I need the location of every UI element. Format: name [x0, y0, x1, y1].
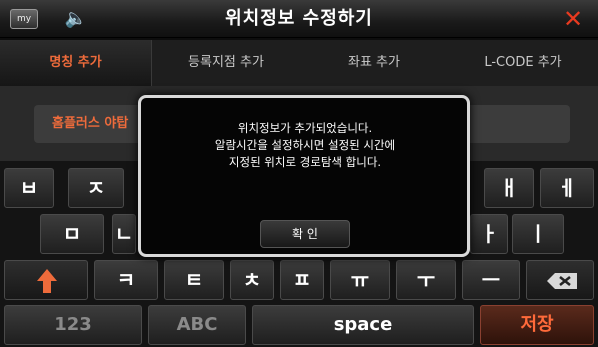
key-p[interactable]: ㅍ — [280, 260, 324, 300]
tab-saved-point-add[interactable]: 등록지점 추가 — [152, 40, 300, 86]
abc-key[interactable]: ABC — [148, 305, 246, 345]
dialog-line-1: 위치정보가 추가되었습니다. — [237, 121, 373, 135]
key-i[interactable]: ㅣ — [512, 214, 564, 254]
key-eu[interactable]: ㅡ — [462, 260, 520, 300]
tab-bar: 명칭 추가 등록지점 추가 좌표 추가 L-CODE 추가 — [0, 40, 598, 86]
shift-key[interactable] — [4, 260, 88, 300]
key-yu[interactable]: ㅠ — [330, 260, 390, 300]
key-k[interactable]: ㅋ — [94, 260, 158, 300]
key-n[interactable]: ㄴ — [112, 214, 136, 254]
dialog-message: 위치정보가 추가되었습니다. 알람시간을 설정하시면 설정된 시간에 지정된 위… — [150, 120, 460, 171]
key-u[interactable]: ㅜ — [396, 260, 456, 300]
dialog-line-2: 알람시간을 설정하시면 설정된 시간에 — [214, 138, 396, 152]
dialog-line-3: 지정된 위치로 경로탐색 합니다. — [228, 155, 382, 169]
tab-name-add[interactable]: 명칭 추가 — [0, 40, 152, 86]
key-ch[interactable]: ㅊ — [230, 260, 274, 300]
tab-coordinate-add[interactable]: 좌표 추가 — [300, 40, 448, 86]
space-key[interactable]: space — [252, 305, 474, 345]
close-icon[interactable]: ✕ — [556, 4, 590, 34]
numbers-key[interactable]: 123 — [4, 305, 142, 345]
page-title: 위치정보 수정하기 — [225, 8, 373, 29]
key-ae[interactable]: ㅐ — [484, 168, 534, 208]
save-button[interactable]: 저장 — [480, 305, 594, 345]
backspace-icon — [547, 273, 577, 289]
key-b[interactable]: ㅂ — [4, 168, 54, 208]
key-m[interactable]: ㅁ — [40, 214, 104, 254]
key-e[interactable]: ㅔ — [540, 168, 594, 208]
confirm-button[interactable]: 확 인 — [260, 220, 350, 248]
up-arrow-icon — [37, 269, 57, 293]
name-input-value: 홈플러스 야탑 — [52, 116, 129, 131]
key-a[interactable]: ㅏ — [470, 214, 508, 254]
key-j[interactable]: ㅈ — [68, 168, 124, 208]
my-button[interactable]: my — [10, 9, 38, 29]
tab-lcode-add[interactable]: L-CODE 추가 — [448, 40, 598, 86]
speaker-icon[interactable]: 🔈 — [56, 6, 96, 32]
key-t[interactable]: ㅌ — [164, 260, 224, 300]
backspace-key[interactable] — [526, 260, 594, 300]
